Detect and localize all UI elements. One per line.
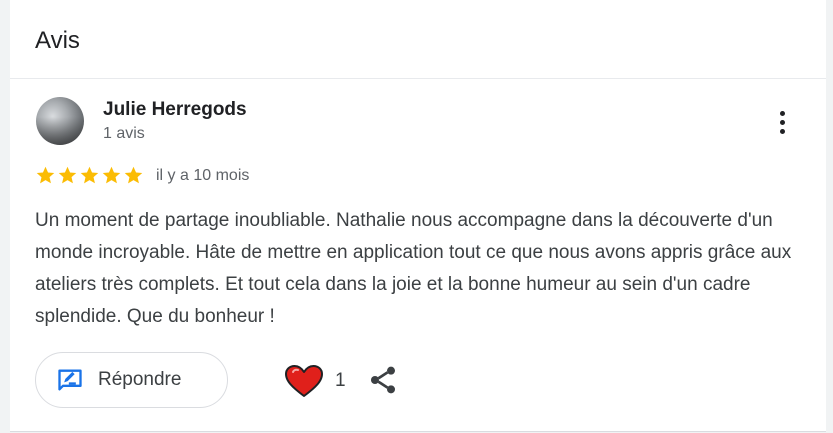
like-count: 1 <box>335 370 346 391</box>
review-card: Avis Julie Herregods 1 avis il y a 10 mo… <box>10 0 826 432</box>
star-rating <box>35 165 144 186</box>
star-icon <box>58 166 77 184</box>
heart-icon[interactable] <box>283 363 325 399</box>
review-text: Un moment de partage inoubliable. Nathal… <box>35 210 792 327</box>
avatar[interactable] <box>36 97 84 145</box>
more-vert-icon <box>779 110 785 116</box>
star-icon <box>124 166 143 184</box>
reply-label: Répondre <box>98 369 182 390</box>
rating-row: il y a 10 mois <box>35 165 249 186</box>
star-icon <box>36 166 55 184</box>
reply-edit-icon <box>58 369 82 391</box>
star-icon <box>80 166 99 184</box>
share-icon[interactable] <box>367 364 399 396</box>
review-time: il y a 10 mois <box>156 166 250 184</box>
star-icon <box>102 166 121 184</box>
section-title: Avis <box>35 27 80 54</box>
more-options-button[interactable] <box>766 104 798 140</box>
divider <box>10 78 826 79</box>
author-review-count: 1 avis <box>103 125 145 142</box>
reply-button[interactable]: Répondre <box>35 352 228 408</box>
author-name[interactable]: Julie Herregods <box>103 98 247 122</box>
